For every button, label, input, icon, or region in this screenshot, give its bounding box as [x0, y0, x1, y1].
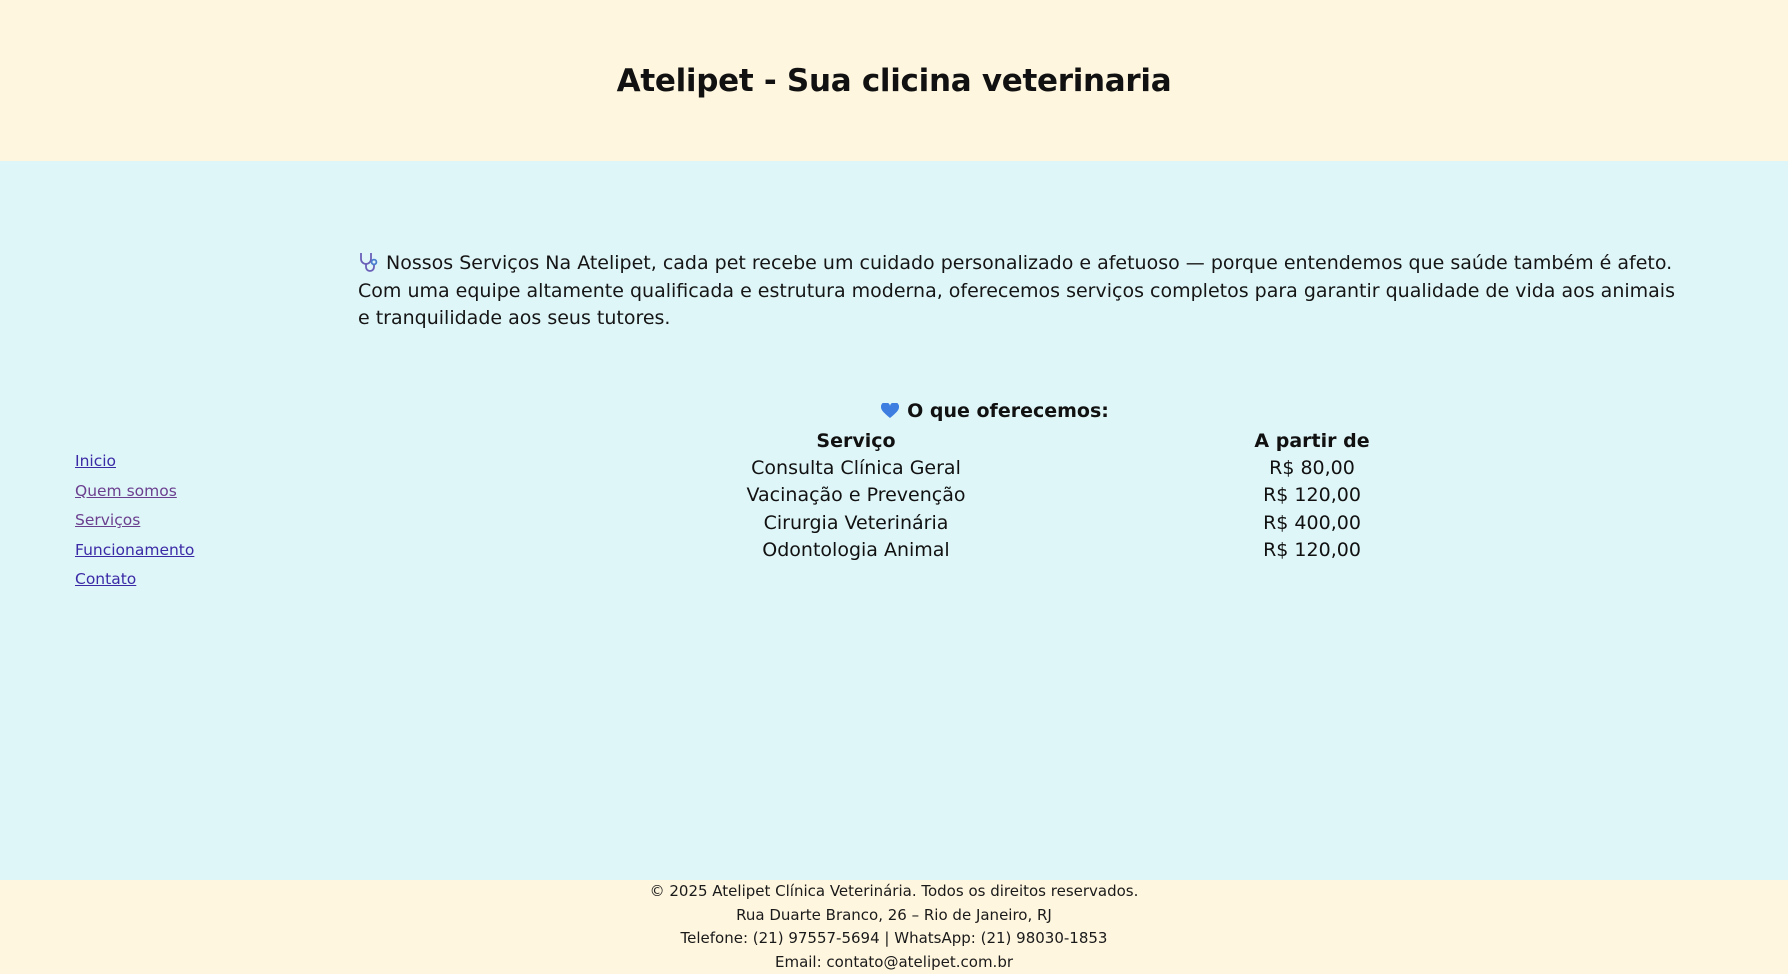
services-intro: Nossos Serviços Na Atelipet, cada pet re…	[358, 250, 1678, 333]
column-header-servico: Serviço	[816, 429, 896, 452]
stethoscope-icon	[358, 252, 380, 272]
nav-link-inicio[interactable]: Inicio	[75, 447, 194, 477]
offer-heading: O que oferecemos:	[0, 400, 1788, 422]
table-row: Vacinação e Prevenção R$ 120,00	[700, 482, 1612, 509]
service-price: R$ 120,00	[1263, 484, 1361, 507]
table-row: Consulta Clínica Geral R$ 80,00	[700, 454, 1612, 481]
service-price: R$ 400,00	[1263, 511, 1361, 534]
site-footer: © 2025 Atelipet Clínica Veterinária. Tod…	[0, 880, 1788, 974]
nav-link-funcionamento[interactable]: Funcionamento	[75, 536, 194, 566]
nav-link-contato[interactable]: Contato	[75, 565, 194, 595]
page: Atelipet - Sua clicina veterinaria Inici…	[0, 0, 1788, 974]
table-header-row: Serviço A partir de	[700, 427, 1612, 454]
service-name: Consulta Clínica Geral	[751, 456, 961, 479]
blue-heart-icon	[881, 402, 900, 418]
nav-link-servicos[interactable]: Serviços	[75, 506, 194, 536]
footer-copyright: © 2025 Atelipet Clínica Veterinária. Tod…	[649, 882, 1139, 900]
side-nav: Inicio Quem somos Serviços Funcionamento…	[75, 447, 194, 595]
offer-title: O que oferecemos:	[907, 400, 1109, 422]
nav-link-quem-somos[interactable]: Quem somos	[75, 477, 194, 507]
footer-address: Rua Duarte Branco, 26 – Rio de Janeiro, …	[736, 905, 1052, 924]
services-table: Serviço A partir de Consulta Clínica Ger…	[700, 427, 1612, 563]
service-name: Cirurgia Veterinária	[763, 511, 949, 534]
page-title: Atelipet - Sua clicina veterinaria	[616, 62, 1172, 99]
service-price: R$ 120,00	[1263, 538, 1361, 561]
footer-phones: Telefone: (21) 97557-5694 | WhatsApp: (2…	[680, 929, 1108, 948]
service-price: R$ 80,00	[1269, 456, 1355, 479]
site-header: Atelipet - Sua clicina veterinaria	[0, 0, 1788, 161]
service-name: Vacinação e Prevenção	[746, 484, 966, 507]
table-row: Cirurgia Veterinária R$ 400,00	[700, 509, 1612, 536]
intro-text: Nossos Serviços Na Atelipet, cada pet re…	[358, 252, 1675, 329]
table-row: Odontologia Animal R$ 120,00	[700, 536, 1612, 563]
service-name: Odontologia Animal	[762, 538, 950, 561]
footer-email: Email: contato@atelipet.com.br	[774, 953, 1014, 972]
column-header-preco: A partir de	[1254, 429, 1370, 452]
